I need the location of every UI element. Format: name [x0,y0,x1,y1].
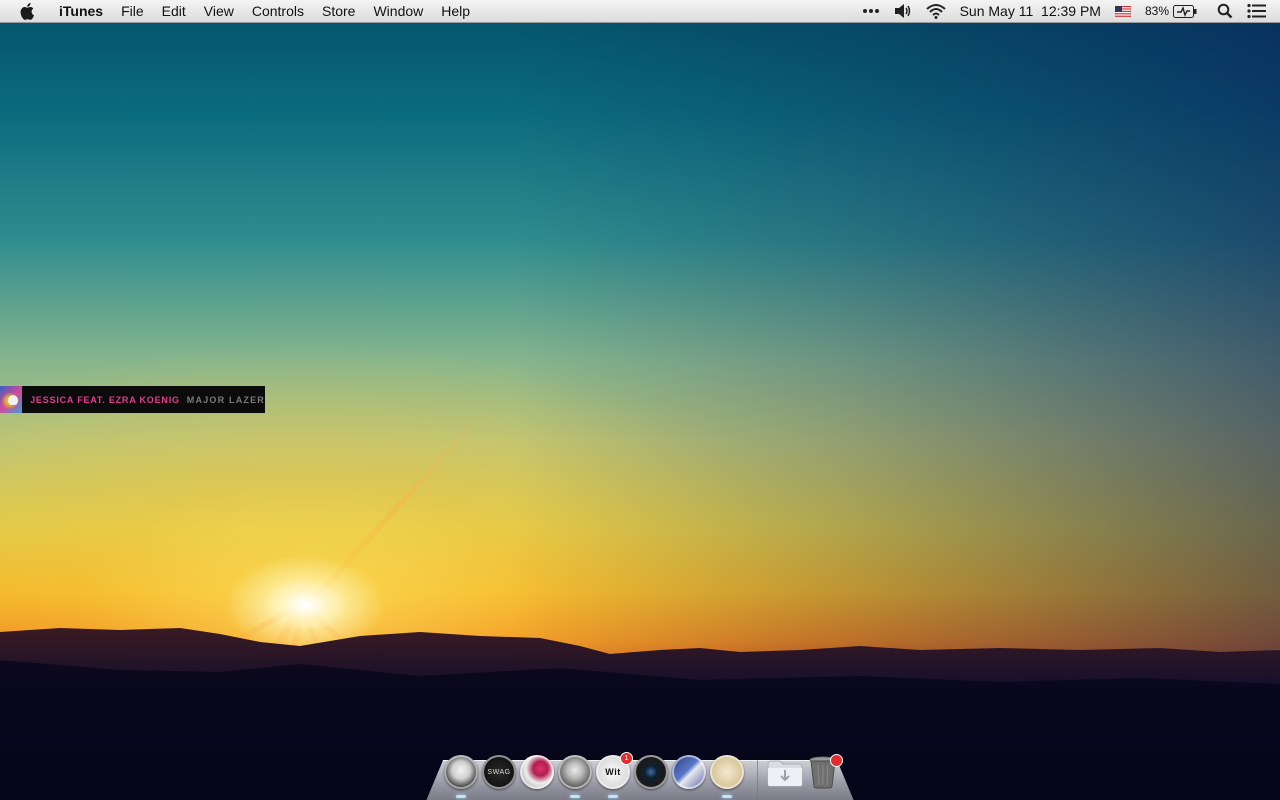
trash-badge [830,754,843,767]
running-indicator [456,795,466,798]
dock-app-rocket[interactable] [672,755,706,789]
menu-window[interactable]: Window [364,0,432,22]
menu-controls[interactable]: Controls [243,0,313,22]
running-indicator [608,795,618,798]
wifi-icon[interactable] [919,0,953,22]
menu-view[interactable]: View [195,0,243,22]
dock-app-label: SWAG [487,768,511,776]
running-indicator [722,795,732,798]
dock-app-skull-glasses[interactable] [558,755,592,798]
album-art [0,386,23,413]
dock-divider [757,760,758,798]
dock-app-pink-splash[interactable] [520,755,554,789]
now-playing-title: JESSICA FEAT. EZRA KOENIG [30,394,180,405]
battery-percent: 83% [1144,4,1169,18]
dock-app-swag-power[interactable]: SWAG [482,755,516,789]
menu-edit[interactable]: Edit [153,0,195,22]
running-indicator [570,795,580,798]
clock[interactable]: Sun May 11 12:39 PM [953,0,1108,22]
album-art-skull [8,395,18,405]
menu-app-name[interactable]: iTunes [51,0,112,22]
apple-menu-icon[interactable] [19,2,37,20]
menu-bar: iTunes File Edit View Controls Store Win… [0,0,1280,23]
us-flag-icon[interactable] [1108,0,1138,22]
dock-app-wit[interactable]: Wit 1 [596,752,633,798]
now-playing-artist: MAJOR LAZER [186,394,265,405]
volume-icon[interactable] [887,0,919,22]
dock-app-label: Wit [605,767,621,777]
notification-badge: 1 [620,752,633,765]
battery-status[interactable]: 83% [1138,0,1204,22]
dock-app-skull-bw[interactable] [444,755,478,798]
menu-file[interactable]: File [112,0,153,22]
dock-app-camera[interactable] [634,755,668,789]
battery-charging-icon [1173,4,1197,18]
downloads-folder-icon[interactable] [766,758,804,788]
dock-app-fans[interactable] [710,755,744,798]
menu-bar-extras: Sun May 11 12:39 PM 83% [855,0,1280,22]
more-dots-icon[interactable] [855,0,887,22]
notification-center-icon[interactable] [1240,0,1274,22]
search-icon[interactable] [1210,0,1240,22]
dock: SWAG Wit 1 [444,752,748,798]
menu-help[interactable]: Help [432,0,479,22]
menu-store[interactable]: Store [313,0,364,22]
sun-flare [265,580,345,630]
now-playing-widget[interactable]: JESSICA FEAT. EZRA KOENIG MAJOR LAZER [0,386,265,413]
